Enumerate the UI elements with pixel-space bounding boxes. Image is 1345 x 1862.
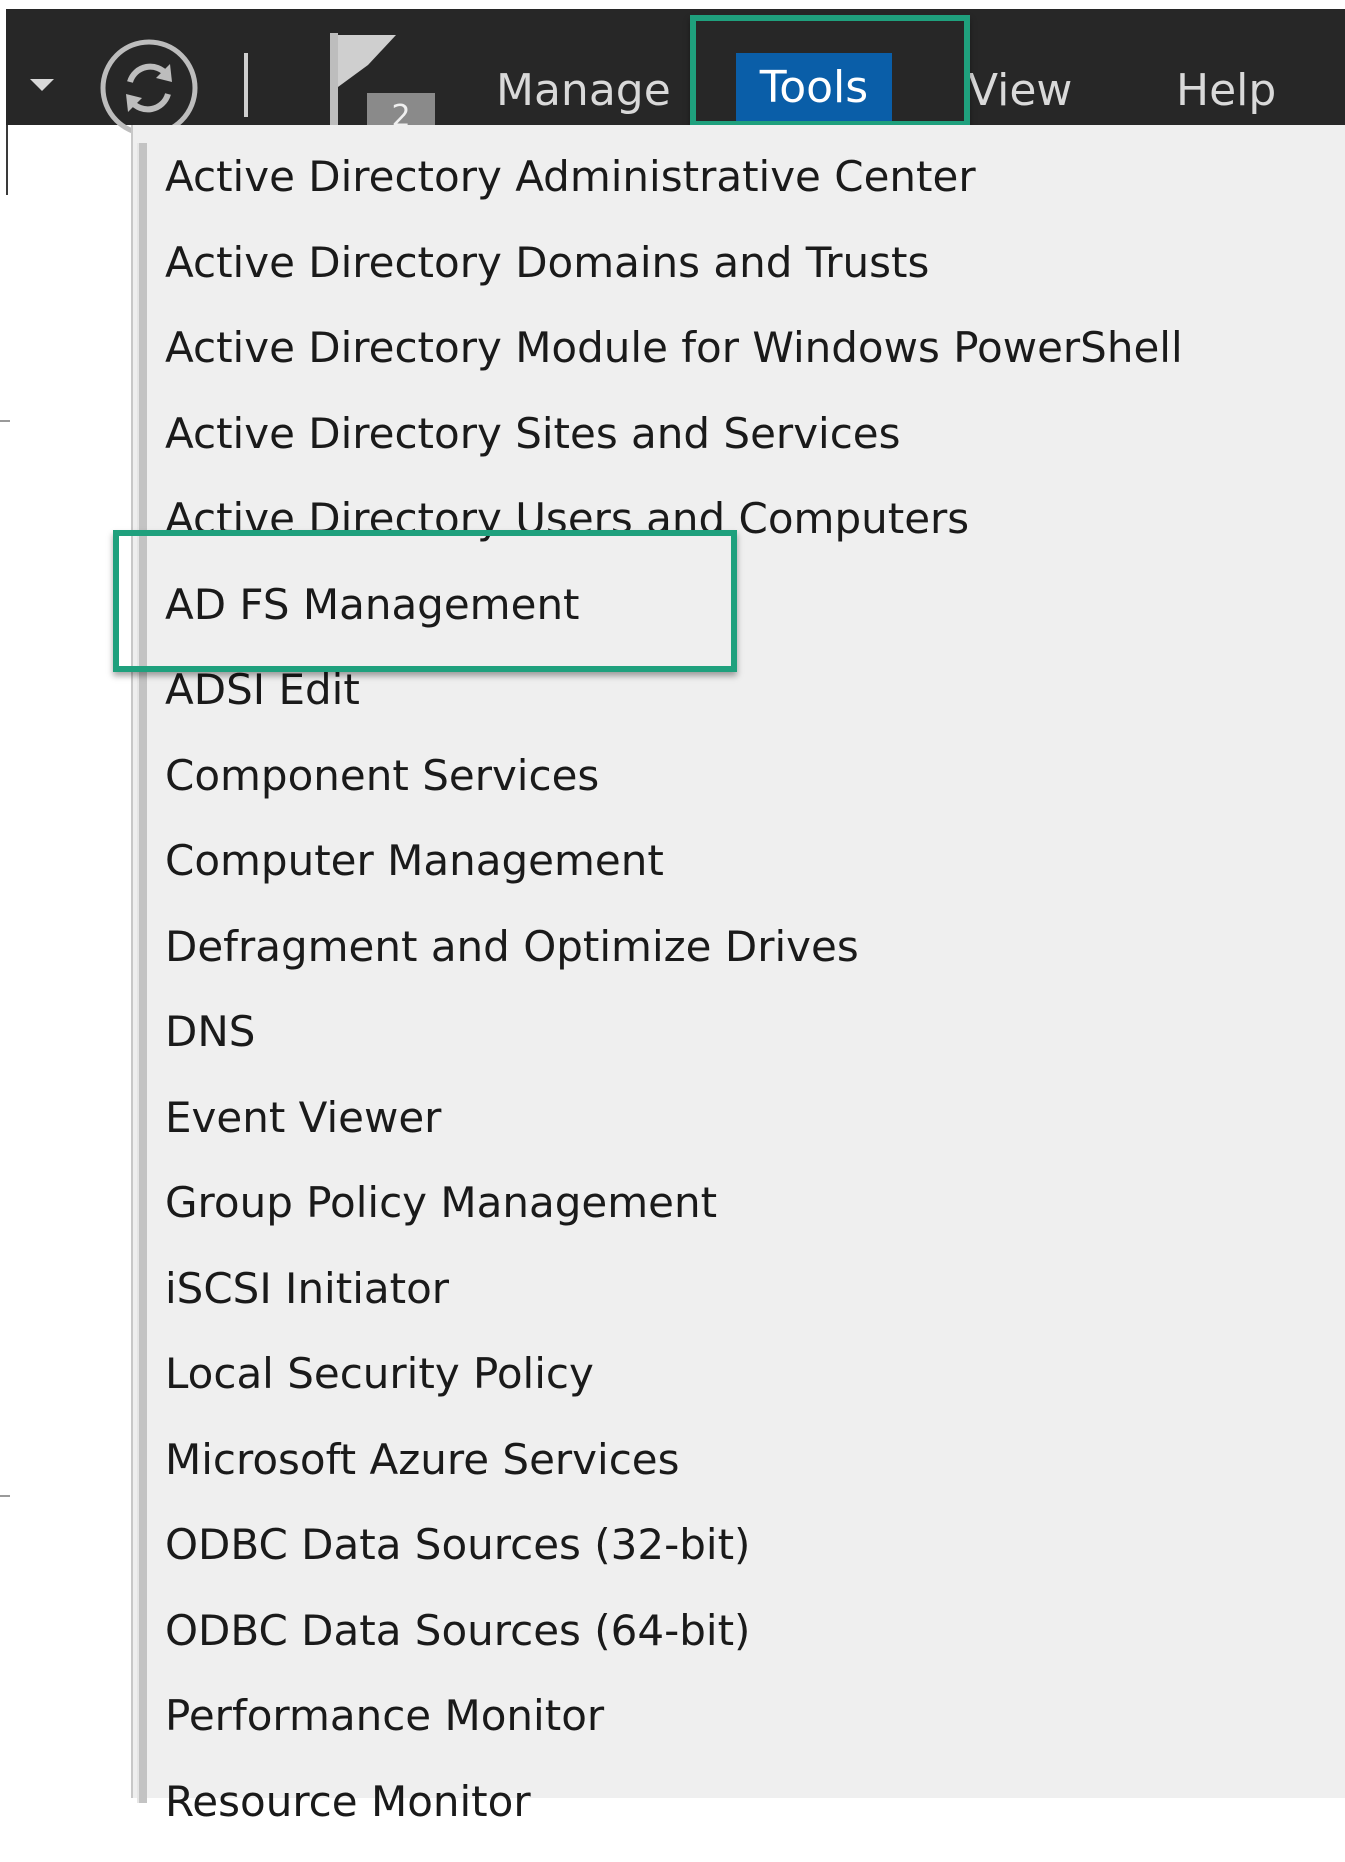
menu-view[interactable]: View xyxy=(968,59,1072,123)
menu-help[interactable]: Help xyxy=(1176,59,1276,123)
menu-item-defragment-drives[interactable]: Defragment and Optimize Drives xyxy=(165,922,1183,1008)
menu-item-resource-monitor[interactable]: Resource Monitor xyxy=(165,1777,1183,1862)
caret-down-icon[interactable] xyxy=(30,79,54,91)
left-panel-divider xyxy=(0,1495,10,1497)
menu-item-ad-domains-and-trusts[interactable]: Active Directory Domains and Trusts xyxy=(165,238,1183,324)
menu-item-computer-management[interactable]: Computer Management xyxy=(165,836,1183,922)
menu-manage[interactable]: Manage xyxy=(496,59,671,123)
tools-dropdown-menu: Active Directory Administrative Center A… xyxy=(131,125,1345,1798)
menu-item-local-security-policy[interactable]: Local Security Policy xyxy=(165,1349,1183,1435)
toolbar-separator xyxy=(244,53,248,117)
left-panel-edge xyxy=(6,125,8,195)
menu-item-azure-services[interactable]: Microsoft Azure Services xyxy=(165,1435,1183,1521)
menu-item-iscsi-initiator[interactable]: iSCSI Initiator xyxy=(165,1264,1183,1350)
menu-item-group-policy-management[interactable]: Group Policy Management xyxy=(165,1178,1183,1264)
menu-item-adfs-management[interactable]: AD FS Management xyxy=(165,580,1183,666)
menu-item-component-services[interactable]: Component Services xyxy=(165,751,1183,837)
menu-item-odbc-64[interactable]: ODBC Data Sources (64-bit) xyxy=(165,1606,1183,1692)
dropdown-gutter xyxy=(137,143,147,1803)
left-panel-divider xyxy=(0,420,10,422)
menu-item-ad-sites-and-services[interactable]: Active Directory Sites and Services xyxy=(165,409,1183,495)
menu-item-performance-monitor[interactable]: Performance Monitor xyxy=(165,1691,1183,1777)
menu-item-adsi-edit[interactable]: ADSI Edit xyxy=(165,665,1183,751)
tools-menu-list: Active Directory Administrative Center A… xyxy=(165,152,1183,1862)
menu-item-dns[interactable]: DNS xyxy=(165,1007,1183,1093)
menu-tools[interactable]: Tools xyxy=(736,53,892,123)
menu-item-ad-administrative-center[interactable]: Active Directory Administrative Center xyxy=(165,152,1183,238)
server-manager-toolbar: 2 Manage Tools View Help xyxy=(6,9,1345,125)
menu-item-ad-module-powershell[interactable]: Active Directory Module for Windows Powe… xyxy=(165,323,1183,409)
menu-item-event-viewer[interactable]: Event Viewer xyxy=(165,1093,1183,1179)
menu-item-ad-users-and-computers[interactable]: Active Directory Users and Computers xyxy=(165,494,1183,580)
menu-item-odbc-32[interactable]: ODBC Data Sources (32-bit) xyxy=(165,1520,1183,1606)
notification-flag-button[interactable]: 2 xyxy=(324,31,444,131)
